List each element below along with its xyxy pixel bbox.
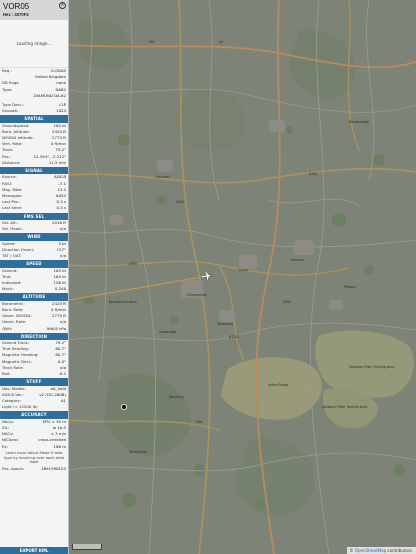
area-label: Sandway Plain Training Area <box>349 365 395 369</box>
place-label: Pewsey <box>344 285 356 289</box>
row-key: Roll: <box>2 371 11 377</box>
road-label: A342 <box>309 172 318 176</box>
info-row: Roll: -0.2 <box>0 371 68 377</box>
row-key: Last Seen: <box>2 205 23 211</box>
road-label: M4 <box>149 40 154 44</box>
section-header-signal[interactable]: SIGNAL <box>0 167 68 175</box>
info-row: QNH: 996.8 hPa <box>0 326 68 332</box>
row-value: 996.8 hPa <box>46 325 66 331</box>
panel-header: VOR05 Hex : 4070F4 × <box>0 0 68 20</box>
aircraft-hex: Hex : 4070F4 <box>3 12 29 17</box>
info-row: Distance: 11.5 nmi <box>0 160 68 166</box>
section-header-speed[interactable]: SPEED <box>0 260 68 268</box>
info-sections: SPATIAL Groundspeed: 165 kt Baro. Altitude:… <box>0 115 68 449</box>
attribution-link[interactable]: OpenStreetMap <box>355 548 386 553</box>
section-header-spatial[interactable]: SPATIAL <box>0 115 68 123</box>
terrain-layer <box>69 0 416 554</box>
learn-more-note: Learn more about Mode S data type by hov… <box>3 450 65 465</box>
row-key: Light (< 15500 lb) <box>2 404 38 410</box>
row-key: Mach: <box>2 286 14 292</box>
row-value: 186 m <box>53 443 66 449</box>
info-row: Sel. Head.: n/a <box>0 226 68 232</box>
place-label: Chippenham <box>187 293 208 297</box>
map-scale-bar <box>72 544 102 550</box>
row-value: 1024 <box>56 108 66 114</box>
row-value: DIAMOND DA-62 <box>33 92 66 98</box>
aircraft-info-panel: VOR05 Hex : 4070F4 × Loading image... Re… <box>0 0 69 554</box>
road-label: A365 <box>129 262 138 266</box>
row-key: Distance: <box>2 159 21 165</box>
place-label: Melksham <box>217 322 234 326</box>
place-label: Corsham <box>155 175 170 179</box>
road-label: A3102 <box>229 335 240 339</box>
close-icon[interactable]: × <box>59 2 66 9</box>
place-label: Westbury <box>169 395 185 399</box>
row-key: TAT / OAT: <box>2 253 22 259</box>
row-value: 1691598103 <box>41 466 66 472</box>
attribution-suffix: contributors. <box>387 548 413 553</box>
export-kml-button[interactable]: EXPORT KML <box>0 547 68 554</box>
row-value: n/a <box>59 253 66 259</box>
receiver-location-marker[interactable] <box>121 403 128 410</box>
row-key: Pos. epoch: <box>2 466 25 472</box>
place-label: Bradford-on-Avon <box>109 300 137 304</box>
row-key: Sel. Head.: <box>2 226 24 232</box>
row-value: A1 <box>60 398 66 403</box>
info-row: Mach: 0.248 <box>0 286 68 292</box>
road-label: A36 <box>196 420 203 424</box>
road-label: A350 <box>176 200 185 204</box>
row-key: Squawk: <box>2 108 19 114</box>
map-attribution: © OpenStreetMap contributors. <box>346 547 416 554</box>
place-label: Calne <box>239 268 249 272</box>
section-header-stuff[interactable]: STUFF <box>0 378 68 386</box>
map-canvas[interactable] <box>69 0 416 554</box>
section-header-fms-sel[interactable]: FMS SEL <box>0 212 68 220</box>
row-key: Type: <box>2 86 13 92</box>
info-row: TAT / OAT: n/a <box>0 253 68 259</box>
type-block: Type Desc.: L2P Squawk: 1024 <box>0 102 68 114</box>
road-label: A4 <box>219 40 224 44</box>
row-value: 11.5 nmi <box>48 159 66 165</box>
row-value: 0.248 <box>54 286 66 292</box>
place-label: Devizes <box>291 258 304 262</box>
info-row: Squawk: 1024 <box>0 108 68 114</box>
road-label: A361 <box>283 300 292 304</box>
aircraft-photo: Loading image... <box>0 20 68 68</box>
row-key: QNH: <box>2 325 13 331</box>
photo-status: Loading image... <box>16 41 52 46</box>
area-label: Imber Range <box>268 383 289 387</box>
attribution-prefix: © <box>349 548 354 553</box>
pos-epoch-row: Pos. epoch: 1691598103 <box>0 466 68 472</box>
section-header-direction[interactable]: DIRECTION <box>0 332 68 341</box>
row-value: -0.2 <box>58 371 66 377</box>
section-header-accuracy[interactable]: ACCURACY <box>0 411 68 419</box>
place-label: Marlborough <box>349 120 370 124</box>
place-label: Warminster <box>129 450 148 454</box>
map-view[interactable]: Chippenham Melksham Devizes Calne Trowbr… <box>69 0 416 554</box>
section-header-wind[interactable]: WIND <box>0 233 68 241</box>
aircraft-callsign: VOR05 <box>3 2 30 11</box>
area-label: Salisbury Plain Training Area <box>322 405 368 409</box>
row-key: Reg.: <box>2 68 12 73</box>
info-row: Light (< 15500 lb) <box>0 404 68 410</box>
row-value: n/a <box>59 226 66 232</box>
registration-block: Reg.: G-GBAS United Kingdom DB flags: none Ty… <box>0 68 68 99</box>
row-value: 0.3 s <box>56 205 66 211</box>
row-key: Rc: <box>2 443 9 449</box>
section-header-altitude[interactable]: ALTITUDE <box>0 293 68 301</box>
info-row: Last Seen: 0.3 s <box>0 205 68 211</box>
place-label: Trowbridge <box>159 330 177 334</box>
